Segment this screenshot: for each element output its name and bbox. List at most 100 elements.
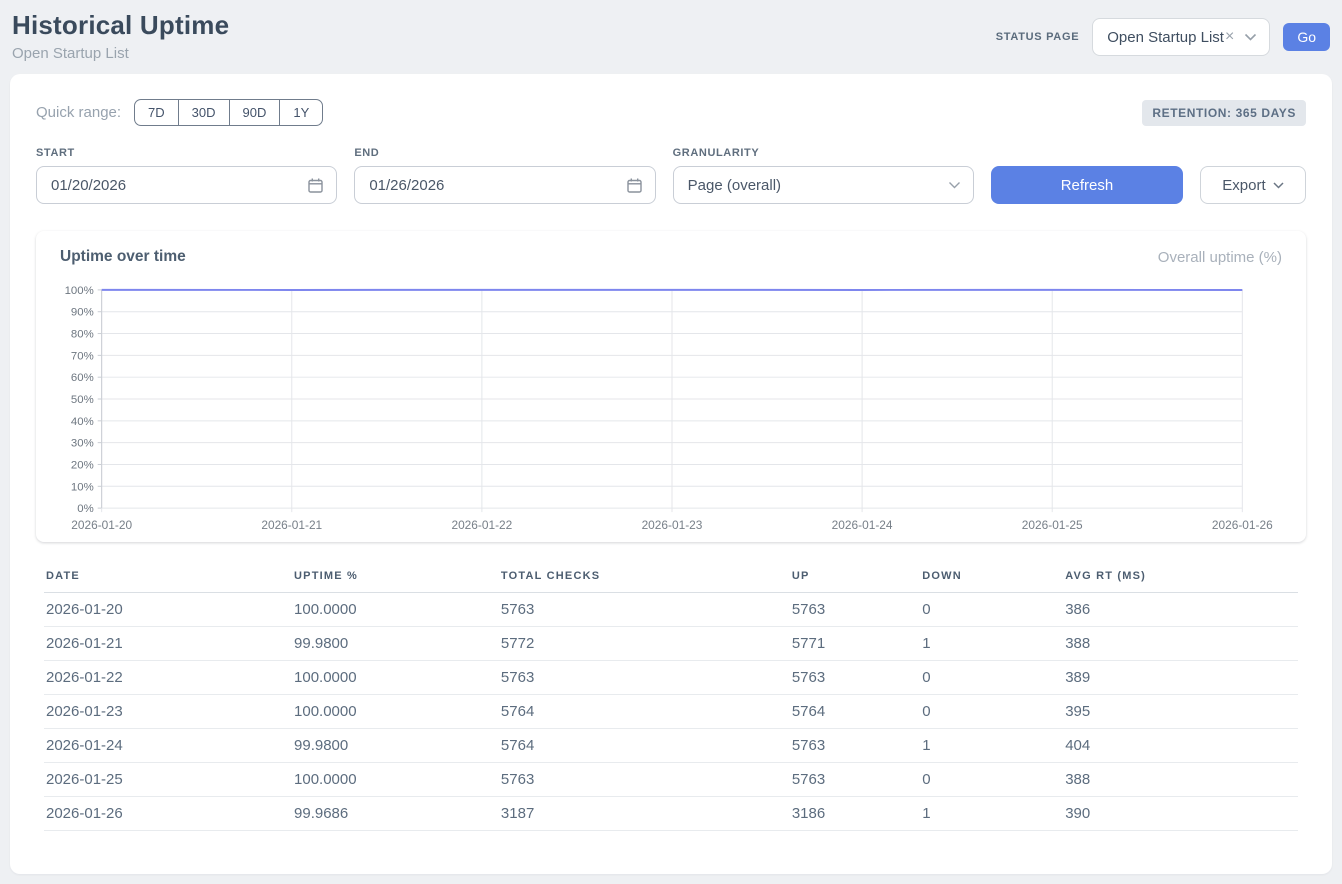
table-cell: 5764 xyxy=(784,694,914,728)
column-header-down: DOWN xyxy=(914,564,1057,593)
export-button-label: Export xyxy=(1222,177,1265,194)
table-row: 2026-01-2699.9686318731861390 xyxy=(44,796,1298,830)
table-cell: 99.9800 xyxy=(286,728,493,762)
svg-text:40%: 40% xyxy=(71,416,94,428)
chart-legend: Overall uptime (%) xyxy=(1158,249,1282,266)
uptime-table: DATE UPTIME % TOTAL CHECKS UP DOWN AVG R… xyxy=(44,564,1298,831)
table-cell: 99.9800 xyxy=(286,626,493,660)
uptime-chart-svg: 0%10%20%30%40%50%60%70%80%90%100%2026-01… xyxy=(56,278,1286,530)
header-controls: STATUS PAGE Open Startup List × Go xyxy=(996,18,1330,56)
go-button[interactable]: Go xyxy=(1283,23,1330,51)
end-date-input[interactable]: 01/26/2026 xyxy=(354,166,655,204)
status-page-select[interactable]: Open Startup List × xyxy=(1092,18,1270,56)
quick-range-row: Quick range: 7D 30D 90D 1Y RETENTION: 36… xyxy=(36,99,1306,126)
svg-text:60%: 60% xyxy=(71,372,94,384)
chart-header: Uptime over time Overall uptime (%) xyxy=(56,248,1286,266)
svg-text:100%: 100% xyxy=(65,285,94,297)
uptime-table-body: 2026-01-20100.00005763576303862026-01-21… xyxy=(44,592,1298,830)
page-title: Historical Uptime xyxy=(12,10,229,41)
table-cell: 0 xyxy=(914,592,1057,626)
granularity-label: GRANULARITY xyxy=(673,147,974,159)
uptime-chart-card: Uptime over time Overall uptime (%) 0% 10… xyxy=(36,231,1306,542)
end-date-field: END 01/26/2026 xyxy=(354,147,655,204)
table-cell: 2026-01-21 xyxy=(44,626,286,660)
svg-text:2026-01-25: 2026-01-25 xyxy=(1022,518,1083,530)
svg-text:2026-01-22: 2026-01-22 xyxy=(451,518,512,530)
svg-text:2026-01-26: 2026-01-26 xyxy=(1212,518,1273,530)
chevron-down-icon xyxy=(1244,33,1257,41)
top-header: Historical Uptime Open Startup List STAT… xyxy=(0,0,1342,74)
table-cell: 404 xyxy=(1057,728,1298,762)
table-cell: 2026-01-26 xyxy=(44,796,286,830)
table-cell: 5763 xyxy=(493,660,784,694)
table-row: 2026-01-2199.9800577257711388 xyxy=(44,626,1298,660)
uptime-table-wrap: DATE UPTIME % TOTAL CHECKS UP DOWN AVG R… xyxy=(36,564,1306,831)
table-cell: 388 xyxy=(1057,626,1298,660)
svg-text:90%: 90% xyxy=(71,307,94,319)
calendar-icon[interactable] xyxy=(626,177,643,194)
svg-text:2026-01-20: 2026-01-20 xyxy=(71,518,132,530)
table-cell: 5771 xyxy=(784,626,914,660)
controls-row: START 01/20/2026 END 01/26/2026 GRANULAR… xyxy=(36,147,1306,204)
table-cell: 2026-01-20 xyxy=(44,592,286,626)
export-button[interactable]: Export xyxy=(1200,166,1306,204)
table-row: 2026-01-25100.0000576357630388 xyxy=(44,762,1298,796)
end-label: END xyxy=(354,147,655,159)
column-header-up: UP xyxy=(784,564,914,593)
svg-text:10%: 10% xyxy=(71,481,94,493)
table-cell: 388 xyxy=(1057,762,1298,796)
status-page-selected-value: Open Startup List xyxy=(1107,29,1224,46)
svg-text:50%: 50% xyxy=(71,394,94,406)
table-cell: 100.0000 xyxy=(286,592,493,626)
table-cell: 1 xyxy=(914,796,1057,830)
table-cell: 395 xyxy=(1057,694,1298,728)
column-header-uptime: UPTIME % xyxy=(286,564,493,593)
end-date-value: 01/26/2026 xyxy=(369,177,625,194)
table-cell: 5763 xyxy=(784,728,914,762)
quick-range-90d-button[interactable]: 90D xyxy=(229,99,281,126)
table-cell: 100.0000 xyxy=(286,660,493,694)
column-header-date: DATE xyxy=(44,564,286,593)
table-cell: 5772 xyxy=(493,626,784,660)
start-date-field: START 01/20/2026 xyxy=(36,147,337,204)
refresh-button[interactable]: Refresh xyxy=(991,166,1183,204)
table-cell: 0 xyxy=(914,694,1057,728)
status-page-label: STATUS PAGE xyxy=(996,31,1079,43)
quick-range-7d-button[interactable]: 7D xyxy=(134,99,179,126)
table-cell: 2026-01-25 xyxy=(44,762,286,796)
table-header-row: DATE UPTIME % TOTAL CHECKS UP DOWN AVG R… xyxy=(44,564,1298,593)
granularity-field: GRANULARITY Page (overall) xyxy=(673,147,974,204)
table-cell: 0 xyxy=(914,762,1057,796)
quick-range-30d-button[interactable]: 30D xyxy=(178,99,230,126)
calendar-icon[interactable] xyxy=(307,177,324,194)
granularity-select[interactable]: Page (overall) xyxy=(673,166,974,204)
table-cell: 2026-01-22 xyxy=(44,660,286,694)
table-cell: 100.0000 xyxy=(286,762,493,796)
svg-text:70%: 70% xyxy=(71,350,94,362)
start-date-value: 01/20/2026 xyxy=(51,177,307,194)
svg-text:20%: 20% xyxy=(71,459,94,471)
granularity-selected-value: Page (overall) xyxy=(688,177,948,194)
table-cell: 5764 xyxy=(493,694,784,728)
chevron-down-icon xyxy=(1273,182,1284,189)
svg-text:2026-01-23: 2026-01-23 xyxy=(642,518,703,530)
table-cell: 2026-01-23 xyxy=(44,694,286,728)
clear-selection-icon[interactable]: × xyxy=(1225,28,1234,46)
start-date-input[interactable]: 01/20/2026 xyxy=(36,166,337,204)
svg-text:2026-01-24: 2026-01-24 xyxy=(832,518,893,530)
table-row: 2026-01-23100.0000576457640395 xyxy=(44,694,1298,728)
quick-range-group: 7D 30D 90D 1Y xyxy=(134,99,323,126)
svg-text:2026-01-21: 2026-01-21 xyxy=(261,518,322,530)
start-label: START xyxy=(36,147,337,159)
quick-range-1y-button[interactable]: 1Y xyxy=(279,99,323,126)
table-cell: 5763 xyxy=(493,592,784,626)
table-cell: 386 xyxy=(1057,592,1298,626)
table-cell: 100.0000 xyxy=(286,694,493,728)
chart-plot-area: 0%10%20%30%40%50%60%70%80%90%100%2026-01… xyxy=(56,278,1286,530)
table-row: 2026-01-20100.0000576357630386 xyxy=(44,592,1298,626)
table-cell: 390 xyxy=(1057,796,1298,830)
table-cell: 5764 xyxy=(493,728,784,762)
column-header-total-checks: TOTAL CHECKS xyxy=(493,564,784,593)
svg-text:0%: 0% xyxy=(77,503,93,515)
table-cell: 5763 xyxy=(784,762,914,796)
